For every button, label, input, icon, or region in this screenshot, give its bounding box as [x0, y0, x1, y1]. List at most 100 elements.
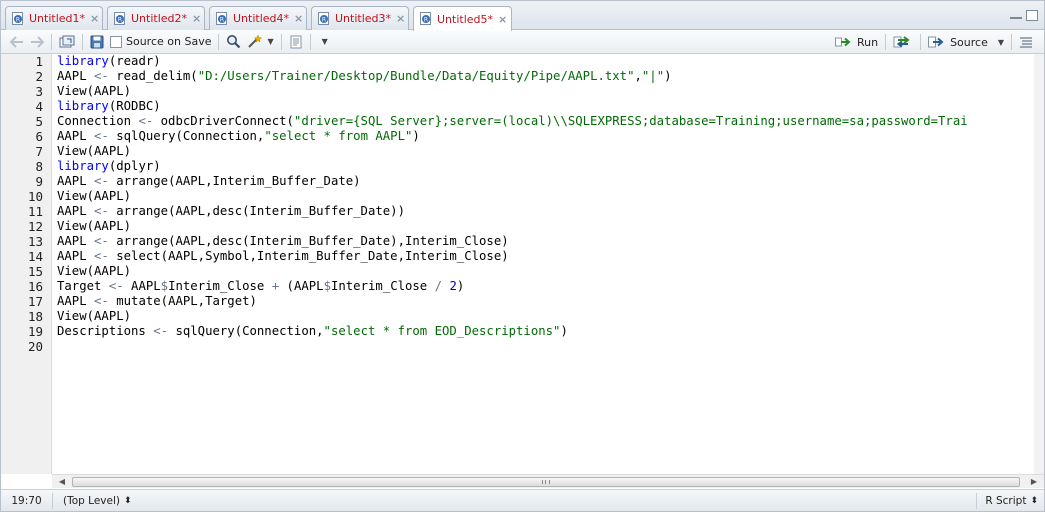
code-token: ) — [664, 69, 672, 83]
tab-label: Untitled5* — [437, 12, 494, 26]
code-token: "select * from EOD_Descriptions" — [323, 324, 561, 338]
code-area[interactable]: library(readr) AAPL <- read_delim("D:/Use… — [57, 54, 1044, 474]
file-type-selector[interactable]: R Script ⬍ — [976, 493, 1038, 509]
close-icon[interactable]: × — [294, 12, 303, 25]
close-icon[interactable]: × — [498, 13, 507, 26]
r-file-icon: R — [114, 11, 127, 26]
code-token: <- — [138, 114, 154, 128]
tab-untitled3[interactable]: R Untitled3* × — [311, 6, 409, 30]
tab-label: Untitled3* — [335, 12, 392, 25]
toolbar-divider — [51, 33, 52, 50]
code-line[interactable]: AAPL <- arrange(AAPL,desc(Interim_Buffer… — [57, 234, 1044, 249]
code-token: <- — [94, 234, 109, 248]
code-line[interactable]: AAPL <- arrange(AAPL,desc(Interim_Buffer… — [57, 204, 1044, 219]
close-icon[interactable]: × — [192, 12, 201, 25]
close-icon[interactable]: × — [90, 12, 99, 25]
code-line[interactable]: View(AAPL) — [57, 309, 1044, 324]
code-token: arrange(AAPL,desc(Interim_Buffer_Date)) — [108, 204, 405, 218]
code-token: View(AAPL) — [57, 219, 132, 233]
toolbar-divider — [82, 33, 83, 50]
line-number: 5 — [35, 114, 43, 129]
maximize-pane-icon[interactable] — [1026, 10, 1038, 21]
code-line[interactable]: View(AAPL) — [57, 264, 1044, 279]
code-token: Target — [57, 279, 109, 293]
code-line[interactable]: AAPL <- select(AAPL,Symbol,Interim_Buffe… — [57, 249, 1044, 264]
run-button[interactable]: Run — [832, 32, 881, 52]
code-token: (AAPL — [279, 279, 324, 293]
code-token: <- — [108, 279, 124, 293]
code-line[interactable] — [57, 339, 1044, 354]
code-line[interactable]: AAPL <- sqlQuery(Connection,"select * fr… — [57, 129, 1044, 144]
code-line[interactable]: library(dplyr) — [57, 159, 1044, 174]
rstudio-source-editor: R Untitled1* × R Untitled2* × R Untitled… — [0, 0, 1045, 512]
code-line[interactable]: Descriptions <- sqlQuery(Connection,"sel… — [57, 324, 1044, 339]
code-line[interactable]: Target <- AAPL$Interim_Close + (AAPL$Int… — [57, 279, 1044, 294]
editor-tab-bar: R Untitled1* × R Untitled2* × R Untitled… — [1, 1, 1044, 31]
code-line[interactable]: AAPL <- read_delim("D:/Users/Trainer/Des… — [57, 69, 1044, 84]
line-number: 2 — [35, 69, 43, 84]
run-label: Run — [856, 35, 879, 49]
code-line[interactable]: View(AAPL) — [57, 189, 1044, 204]
code-token: AAPL — [57, 69, 95, 83]
code-token: mutate(AAPL,Target) — [108, 294, 257, 308]
r-file-icon: R — [318, 11, 331, 26]
r-file-icon: R — [420, 12, 433, 26]
code-line[interactable]: Connection <- odbcDriverConnect("driver=… — [57, 114, 1044, 129]
code-token: AAPL — [123, 279, 161, 293]
forward-arrow-icon[interactable] — [27, 32, 47, 52]
code-line[interactable]: View(AAPL) — [57, 84, 1044, 99]
code-line[interactable]: library(RODBC) — [57, 99, 1044, 114]
code-tools-wand-icon[interactable]: ▼ — [244, 32, 276, 52]
back-arrow-icon[interactable] — [7, 32, 27, 52]
horizontal-scrollbar[interactable]: ◀ ▶ — [52, 474, 1044, 488]
code-token: <- — [94, 69, 109, 83]
code-token: <- — [94, 174, 109, 188]
code-token: ) — [560, 324, 568, 338]
show-in-new-window-icon[interactable] — [56, 32, 78, 52]
source-arrow-icon — [928, 36, 944, 48]
code-token: select(AAPL,Symbol,Interim_Buffer_Date,I… — [108, 249, 509, 263]
code-token: library — [57, 99, 109, 113]
tab-untitled4[interactable]: R Untitled4* × — [209, 6, 307, 30]
toolbar-divider — [885, 34, 887, 50]
chevron-down-icon[interactable]: ▼ — [267, 37, 273, 46]
line-number: 12 — [27, 219, 43, 234]
code-token: read_delim( — [108, 69, 198, 83]
vertical-scroll-track[interactable] — [1034, 54, 1044, 474]
code-editor[interactable]: 1 2 3 4 5 6 7 8 9 10 11 12 13 14 15 16 17 18 19 20 library(… — [1, 54, 1044, 474]
search-icon[interactable] — [223, 32, 244, 52]
chevron-down-icon[interactable]: ▼ — [998, 38, 1004, 47]
line-number: 1 — [35, 54, 43, 69]
source-label: Source — [950, 35, 988, 49]
close-icon[interactable]: × — [396, 12, 405, 25]
code-token: AAPL — [57, 249, 95, 263]
minimize-pane-icon[interactable] — [1010, 10, 1022, 19]
compile-report-icon[interactable] — [286, 32, 306, 52]
scroll-right-icon[interactable]: ▶ — [1026, 476, 1042, 488]
source-on-save-toggle[interactable]: Source on Save — [107, 32, 214, 52]
code-line[interactable]: library(readr) — [57, 54, 1044, 69]
code-line[interactable]: View(AAPL) — [57, 144, 1044, 159]
code-token: AAPL — [57, 234, 95, 248]
code-token: Interim_Close — [168, 279, 272, 293]
save-icon[interactable] — [87, 32, 107, 52]
tab-untitled2[interactable]: R Untitled2* × — [107, 6, 205, 30]
document-outline-icon[interactable] — [1016, 32, 1036, 52]
toolbar-divider — [309, 33, 311, 50]
toolbar-divider — [218, 33, 220, 50]
scroll-left-icon[interactable]: ◀ — [54, 476, 70, 488]
rerun-button[interactable] — [890, 32, 916, 52]
code-line[interactable]: AAPL <- arrange(AAPL,Interim_Buffer_Date… — [57, 174, 1044, 189]
code-line[interactable]: AAPL <- mutate(AAPL,Target) — [57, 294, 1044, 309]
source-on-save-checkbox[interactable] — [110, 35, 122, 48]
tab-untitled1[interactable]: R Untitled1* × — [5, 6, 103, 30]
more-options-chevron-icon[interactable]: ▼ — [315, 32, 331, 52]
tab-untitled5[interactable]: R Untitled5* × — [413, 6, 512, 31]
scrollbar-thumb[interactable] — [72, 477, 1020, 487]
source-button[interactable]: Source ▼ — [925, 32, 1007, 52]
code-line[interactable]: View(AAPL) — [57, 219, 1044, 234]
scope-selector[interactable]: (Top Level) ⬍ — [53, 495, 132, 507]
line-number: 20 — [27, 339, 43, 354]
chevron-updown-icon: ⬍ — [123, 495, 132, 506]
line-number: 6 — [35, 129, 43, 144]
